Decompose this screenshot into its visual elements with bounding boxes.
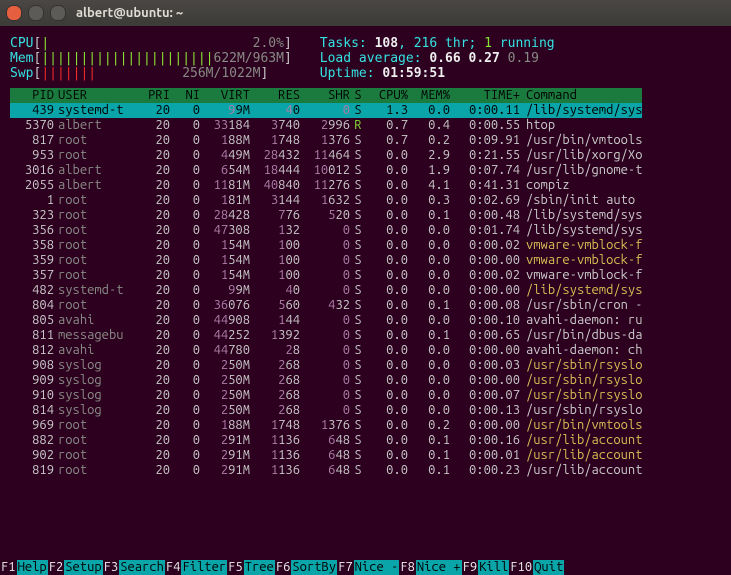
load-3: 0.19 xyxy=(508,51,539,66)
fkey-action: Setup xyxy=(64,560,102,575)
cpu-label: CPU xyxy=(10,36,33,51)
maximize-icon[interactable] xyxy=(50,5,66,21)
fkey-f10[interactable]: F10Quit xyxy=(509,560,564,575)
col-time[interactable]: TIME+ xyxy=(450,88,526,103)
swp-label: Swp xyxy=(10,66,33,81)
meters-block: CPU[| 2.0%] Mem[||||||||||||||||||||||62… xyxy=(10,36,292,81)
fkey-label: F8 xyxy=(399,560,416,575)
uptime-label: Uptime: xyxy=(320,66,383,81)
table-row[interactable]: 323root20028428776520S0.00.10:00.48/lib/… xyxy=(10,208,642,223)
table-row[interactable]: 812avahi20044780280S0.00.00:00.00avahi-d… xyxy=(10,343,642,358)
col-s[interactable]: S xyxy=(350,88,366,103)
table-row[interactable]: 804root20036076560432S0.00.10:00.08/usr/… xyxy=(10,298,642,313)
table-row[interactable]: 969root200188M17481376S0.00.20:00.00/usr… xyxy=(10,418,642,433)
fkey-label: F3 xyxy=(103,560,120,575)
fkey-label: F6 xyxy=(275,560,292,575)
fkey-action: Kill xyxy=(478,560,509,575)
table-row[interactable]: 3016albert200654M1844410012S0.01.90:07.7… xyxy=(10,163,642,178)
mem-label: Mem xyxy=(10,51,33,66)
col-ni[interactable]: NI xyxy=(170,88,200,103)
col-mem[interactable]: MEM% xyxy=(408,88,450,103)
fkey-f8[interactable]: F8Nice + xyxy=(399,560,461,575)
fkey-action: Tree xyxy=(244,560,275,575)
tasks-count: 108 xyxy=(375,36,398,51)
thr-label: , 216 thr; xyxy=(398,36,484,51)
load-1: 0.66 xyxy=(429,51,460,66)
fkey-f1[interactable]: F1Help xyxy=(0,560,48,575)
fkey-action: Help xyxy=(17,560,48,575)
col-res[interactable]: RES xyxy=(250,88,300,103)
fkey-label: F9 xyxy=(462,560,479,575)
table-row[interactable]: 909syslog200250M2680S0.00.00:00.00/usr/s… xyxy=(10,373,642,388)
col-cmd[interactable]: Command xyxy=(526,88,642,103)
load-2: 0.27 xyxy=(469,51,500,66)
table-row[interactable]: 357root200154M1000S0.00.00:00.02vmware-v… xyxy=(10,268,642,283)
fkey-label: F10 xyxy=(509,560,533,575)
table-row[interactable]: 358root200154M1000S0.00.00:00.02vmware-v… xyxy=(10,238,642,253)
tasks-label: Tasks: xyxy=(320,36,375,51)
table-header[interactable]: PID USER PRI NI VIRT RES SHR S CPU% MEM%… xyxy=(10,88,642,103)
running-count: 1 xyxy=(484,36,492,51)
fkey-f4[interactable]: F4Filter xyxy=(165,560,227,575)
terminal-window: albert@ubuntu: ~ CPU[| 2.0%] Mem[|||||||… xyxy=(0,0,731,575)
col-user[interactable]: USER xyxy=(58,88,138,103)
table-row[interactable]: 910syslog200250M2680S0.00.00:00.07/usr/s… xyxy=(10,388,642,403)
table-row[interactable]: 811messagebu2004425213920S0.00.10:00.65/… xyxy=(10,328,642,343)
fkey-f3[interactable]: F3Search xyxy=(103,560,165,575)
table-row[interactable]: 439systemd-t20099M400S1.30.00:00.11/lib/… xyxy=(10,103,642,118)
swp-bar: [||||||| 256M/1022M] xyxy=(33,66,268,81)
fkey-f7[interactable]: F7Nice - xyxy=(337,560,399,575)
fkey-label: F5 xyxy=(227,560,244,575)
window-title: albert@ubuntu: ~ xyxy=(76,6,183,20)
fkey-action: Filter xyxy=(181,560,227,575)
fkey-label: F2 xyxy=(48,560,65,575)
col-pid[interactable]: PID xyxy=(10,88,58,103)
table-row[interactable]: 902root200291M1136648S0.00.10:00.01/usr/… xyxy=(10,448,642,463)
fkey-f2[interactable]: F2Setup xyxy=(48,560,103,575)
col-shr[interactable]: SHR xyxy=(300,88,350,103)
fkey-label: F7 xyxy=(337,560,354,575)
function-key-bar: F1Help F2Setup F3SearchF4FilterF5Tree F6… xyxy=(0,560,731,575)
fkey-f9[interactable]: F9Kill xyxy=(462,560,510,575)
window-titlebar[interactable]: albert@ubuntu: ~ xyxy=(0,0,731,26)
table-row[interactable]: 817root200188M17481376S0.70.20:09.91/usr… xyxy=(10,133,642,148)
col-cpu[interactable]: CPU% xyxy=(366,88,408,103)
table-row[interactable]: 908syslog200250M2680S0.00.00:00.03/usr/s… xyxy=(10,358,642,373)
col-pri[interactable]: PRI xyxy=(138,88,170,103)
cpu-bar: [| 2.0%] xyxy=(33,36,291,51)
table-row[interactable]: 359root200154M1000S0.00.00:00.00vmware-v… xyxy=(10,253,642,268)
table-row[interactable]: 882root200291M1136648S0.00.10:00.16/usr/… xyxy=(10,433,642,448)
fkey-action: SortBy xyxy=(291,560,337,575)
stats-block: Tasks: 108, 216 thr; 1 running Load aver… xyxy=(320,36,555,81)
close-icon[interactable] xyxy=(6,5,22,21)
running-label: running xyxy=(492,36,555,51)
fkey-action: Quit xyxy=(533,560,564,575)
table-row[interactable]: 819root200291M1136648S0.00.10:00.23/usr/… xyxy=(10,463,642,478)
table-row[interactable]: 814syslog200250M2680S0.00.00:00.13/usr/s… xyxy=(10,403,642,418)
fkey-action: Nice + xyxy=(416,560,462,575)
mem-bar: [||||||||||||||||||||||622M/963M] xyxy=(33,51,291,66)
load-label: Load average: xyxy=(320,51,430,66)
process-table: PID USER PRI NI VIRT RES SHR S CPU% MEM%… xyxy=(10,88,642,478)
fkey-label: F1 xyxy=(0,560,17,575)
table-row[interactable]: 805avahi200449081440S0.00.00:00.10avahi-… xyxy=(10,313,642,328)
uptime-value: 01:59:51 xyxy=(382,66,445,81)
fkey-label: F4 xyxy=(165,560,182,575)
table-row[interactable]: 482systemd-t20099M400S0.00.00:00.00/lib/… xyxy=(10,283,642,298)
fkey-f5[interactable]: F5Tree xyxy=(227,560,275,575)
col-virt[interactable]: VIRT xyxy=(200,88,250,103)
terminal-content[interactable]: CPU[| 2.0%] Mem[||||||||||||||||||||||62… xyxy=(0,26,731,478)
table-row[interactable]: 5370albert2003318437402996R0.70.40:00.55… xyxy=(10,118,642,133)
table-row[interactable]: 953root200449M2843211464S0.02.90:21.55/u… xyxy=(10,148,642,163)
fkey-action: Search xyxy=(119,560,165,575)
table-row[interactable]: 1root200181M31441632S0.00.30:02.69/sbin/… xyxy=(10,193,642,208)
table-row[interactable]: 2055albert2001181M4084011276S0.04.10:41.… xyxy=(10,178,642,193)
fkey-action: Nice - xyxy=(354,560,400,575)
table-row[interactable]: 356root200473081320S0.00.00:01.74/lib/sy… xyxy=(10,223,642,238)
fkey-f6[interactable]: F6SortBy xyxy=(275,560,337,575)
minimize-icon[interactable] xyxy=(28,5,44,21)
